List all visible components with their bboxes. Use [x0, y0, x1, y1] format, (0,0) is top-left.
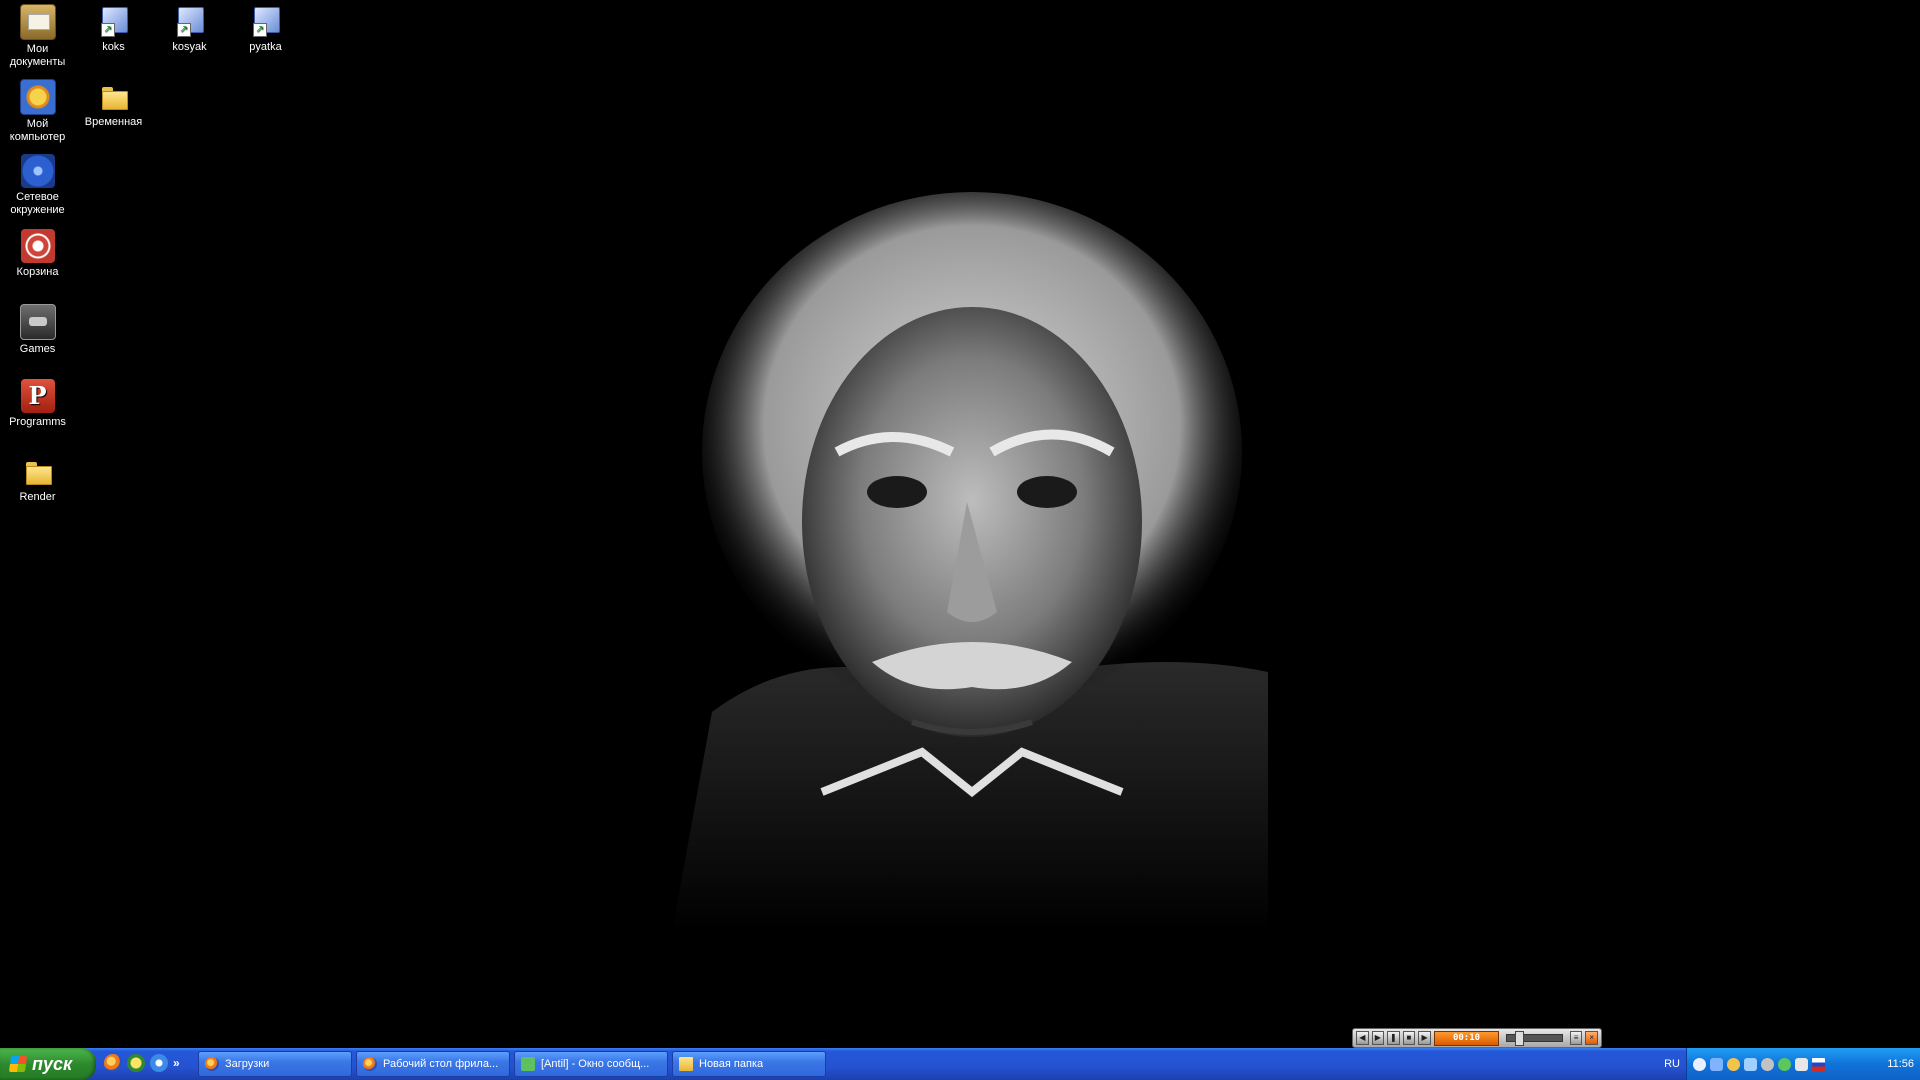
desktop-icon-label: Programms	[9, 416, 66, 428]
task-label: Новая папка	[699, 1058, 764, 1070]
antivirus-tray-icon[interactable]	[1778, 1057, 1791, 1071]
language-indicator[interactable]: RU	[1664, 1058, 1680, 1070]
play-icon[interactable]: ▶	[1371, 1031, 1385, 1045]
shortcut-icon	[249, 4, 283, 38]
messenger-tray-icon[interactable]	[1727, 1057, 1740, 1071]
desktop-icon-recycle-bin[interactable]: Корзина	[0, 229, 75, 279]
ie-icon[interactable]	[150, 1054, 168, 1072]
folder-icon	[21, 454, 55, 488]
task-buttons: Загрузки Рабочий стол фрила... [Antil] -…	[198, 1051, 826, 1077]
network-tray-icon[interactable]	[1710, 1057, 1723, 1071]
desktop-icon-games[interactable]: Games	[0, 304, 75, 356]
firefox-icon[interactable]	[104, 1054, 122, 1072]
recycle-bin-icon	[20, 229, 55, 263]
quick-launch: »	[104, 1054, 183, 1072]
messenger-icon[interactable]	[127, 1054, 145, 1072]
russian-flag-icon[interactable]	[1812, 1057, 1825, 1071]
desktop-icon-vremennaya[interactable]: Временная	[76, 79, 151, 129]
start-button[interactable]: пуск	[0, 1048, 96, 1080]
desktop-icon-label: Сетевое окружение	[10, 191, 65, 216]
desktop-icon-render[interactable]: Render	[0, 454, 75, 504]
folder-icon	[97, 79, 131, 113]
desktop-icon-label: Games	[19, 343, 56, 355]
task-button-new-folder[interactable]: Новая папка	[672, 1051, 826, 1077]
task-button-firefox-desktop[interactable]: Рабочий стол фрила...	[356, 1051, 510, 1077]
windows-logo-icon	[8, 1056, 28, 1072]
desktop-icon-pyatka[interactable]: pyatka	[228, 4, 303, 54]
prev-icon[interactable]: ◀	[1356, 1031, 1369, 1045]
wallpaper-portrait	[672, 192, 1268, 932]
folder-icon	[679, 1057, 693, 1071]
firefox-icon	[363, 1057, 377, 1071]
my-documents-icon	[19, 4, 56, 40]
volume-slider[interactable]	[1506, 1031, 1563, 1046]
volume-knob[interactable]	[1515, 1031, 1525, 1046]
quick-launch-more-button[interactable]: »	[173, 1056, 183, 1070]
network-icon	[20, 154, 55, 188]
task-label: [Antil] - Окно сообщ...	[541, 1058, 650, 1070]
system-tray: 11:56	[1686, 1048, 1920, 1080]
messenger-icon	[521, 1057, 535, 1071]
task-label: Загрузки	[225, 1058, 270, 1070]
desktop-icon-label: koks	[102, 41, 125, 53]
desktop-icon-my-computer[interactable]: Мой компьютер	[0, 79, 75, 144]
tray-expand-icon[interactable]	[1693, 1057, 1706, 1071]
task-button-downloads[interactable]: Загрузки	[198, 1051, 352, 1077]
desktop-icon-koks[interactable]: koks	[76, 4, 151, 54]
next-icon[interactable]: ▶	[1418, 1031, 1431, 1045]
player-display: 00:10	[1433, 1030, 1500, 1046]
desktop-icon-label: Временная	[84, 116, 143, 128]
firefox-icon	[205, 1057, 219, 1071]
help-tray-icon[interactable]	[1761, 1057, 1774, 1071]
my-computer-icon	[19, 79, 56, 115]
pause-icon[interactable]: ❚	[1387, 1031, 1400, 1045]
desktop-icon-label: kosyak	[172, 41, 207, 53]
start-label: пуск	[32, 1053, 73, 1074]
desktop-icon-label: pyatka	[249, 41, 282, 53]
desktop: Мои документы Мой компьютер Сетевое окру…	[0, 0, 1920, 1048]
desktop-icon-label: Мой компьютер	[9, 118, 66, 143]
desktop-icon-label: Корзина	[16, 266, 59, 278]
taskbar: пуск » Загрузки Рабочий стол фрила... [A…	[0, 1048, 1920, 1080]
desktop-icon-label: Render	[19, 491, 56, 503]
media-player: ◀ ▶ ❚ ■ ▶ 00:10 ≡ ×	[1352, 1028, 1602, 1048]
desktop-icon-network[interactable]: Сетевое окружение	[0, 154, 75, 217]
desktop-icon-kosyak[interactable]: kosyak	[152, 4, 227, 54]
programs-icon: P	[20, 379, 55, 413]
stop-icon[interactable]: ■	[1402, 1031, 1416, 1045]
desktop-icon-label: Мои документы	[9, 43, 66, 68]
menu-icon[interactable]: ≡	[1569, 1031, 1583, 1045]
desktop-icon-my-documents[interactable]: Мои документы	[0, 4, 75, 69]
clock[interactable]: 11:56	[1887, 1058, 1914, 1070]
shortcut-icon	[97, 4, 131, 38]
close-icon[interactable]: ×	[1585, 1031, 1598, 1045]
network-tray-icon-2[interactable]	[1744, 1057, 1757, 1071]
desktop-icon-programms[interactable]: P Programms	[0, 379, 75, 429]
games-icon	[19, 304, 56, 340]
security-tray-icon[interactable]	[1795, 1057, 1808, 1071]
task-label: Рабочий стол фрила...	[383, 1058, 499, 1070]
shortcut-icon	[173, 4, 207, 38]
task-button-message-window[interactable]: [Antil] - Окно сообщ...	[514, 1051, 668, 1077]
